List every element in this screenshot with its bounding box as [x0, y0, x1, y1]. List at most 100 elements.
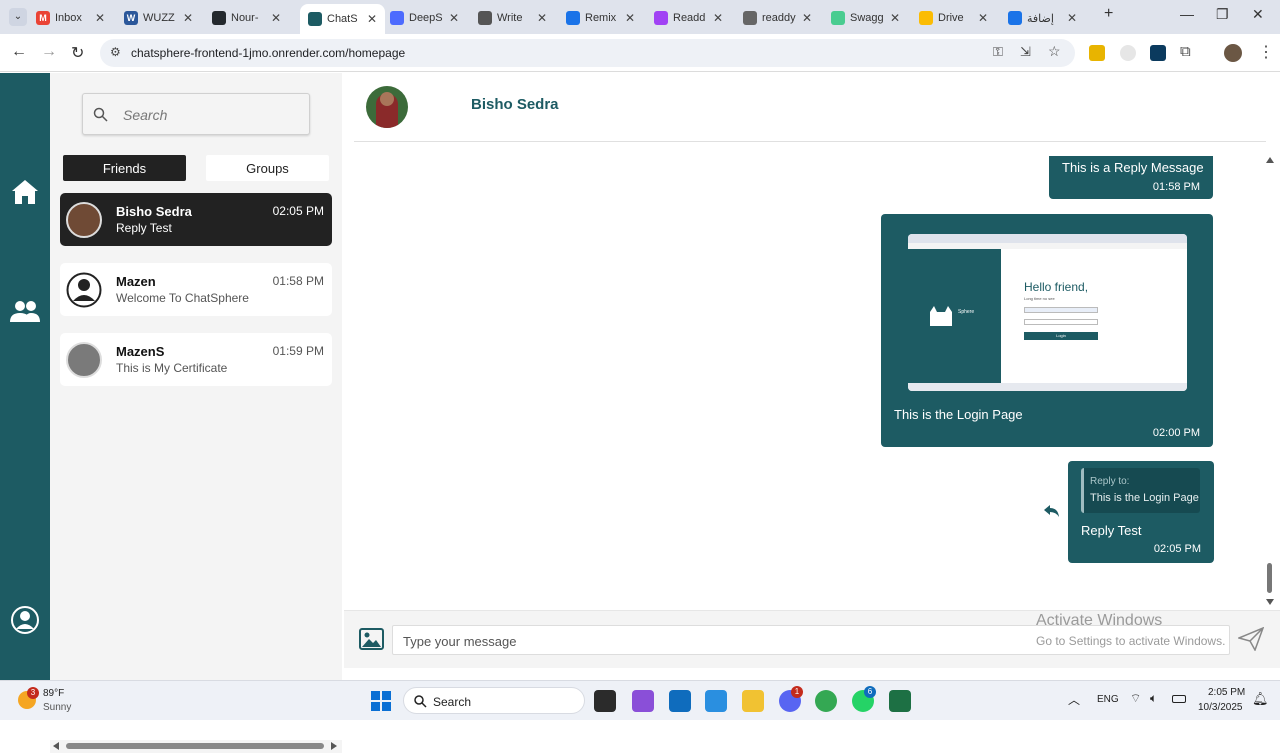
- weather-temp[interactable]: 89°F: [43, 688, 64, 699]
- message-time: 02:00 PM: [1152, 427, 1200, 439]
- chat-list-item[interactable]: MazenS This is My Certificate 01:59 PM: [60, 333, 332, 386]
- tab-label: readdy: [762, 12, 796, 24]
- horizontal-scrollbar[interactable]: [50, 740, 342, 753]
- taskbar-search[interactable]: Search: [403, 687, 585, 714]
- browser-menu-icon[interactable]: ⋮: [1258, 42, 1274, 62]
- windows-start-icon[interactable]: [371, 691, 391, 711]
- language-indicator[interactable]: ENG: [1097, 694, 1119, 705]
- whatsapp-badge: 6: [864, 686, 876, 698]
- message-time: 02:05 PM: [1153, 543, 1201, 555]
- send-icon[interactable]: [1238, 627, 1264, 651]
- message-text: This is a Reply Message: [1062, 160, 1204, 175]
- tab-label: Nour-: [231, 12, 259, 24]
- friends-icon[interactable]: [10, 297, 40, 327]
- browser-tab[interactable]: W WUZZ ✕: [124, 6, 193, 30]
- chat-list-item[interactable]: Bisho Sedra Reply Test 02:05 PM: [60, 193, 332, 246]
- browser-tab[interactable]: DeepS ✕: [390, 6, 459, 30]
- tab-close-icon[interactable]: ✕: [625, 11, 635, 25]
- tab-list-button[interactable]: ⌄: [9, 8, 27, 26]
- search-input[interactable]: Search: [82, 93, 310, 135]
- tab-groups[interactable]: Groups: [206, 155, 329, 181]
- chat-name: Bisho Sedra: [116, 204, 192, 219]
- clock-time[interactable]: 2:05 PM: [1208, 687, 1245, 698]
- chat-list-item[interactable]: Mazen Welcome To ChatSphere 01:58 PM: [60, 263, 332, 316]
- tab-close-icon[interactable]: ✕: [95, 11, 105, 25]
- minimize-button[interactable]: —: [1180, 6, 1194, 22]
- tab-close-icon[interactable]: ✕: [449, 11, 459, 25]
- password-key-icon[interactable]: ⚿: [993, 44, 1003, 60]
- clock-date[interactable]: 10/3/2025: [1198, 702, 1243, 713]
- browser-tab[interactable]: Readd ✕: [654, 6, 723, 30]
- contact-name[interactable]: Bisho Sedra: [471, 96, 559, 113]
- login-subheading: Long time no see: [1024, 296, 1055, 301]
- windows-taskbar: 3 89°F Sunny Search 1 6 ︿ ENG ⌔ 🔈︎ 2:05 …: [0, 680, 1280, 720]
- tab-friends[interactable]: Friends: [63, 155, 186, 181]
- url-text[interactable]: chatsphere-frontend-1jmo.onrender.com/ho…: [131, 46, 405, 60]
- battery-icon[interactable]: [1172, 695, 1186, 703]
- tray-chevron-icon[interactable]: ︿: [1068, 691, 1080, 708]
- notification-bell-icon[interactable]: 🔔︎: [1252, 691, 1269, 707]
- home-icon[interactable]: [10, 177, 40, 207]
- reply-label: Reply to:: [1090, 476, 1130, 487]
- extensions-puzzle-icon[interactable]: ⧉: [1180, 43, 1191, 60]
- reply-quote[interactable]: Reply to: This is the Login Page: [1081, 468, 1200, 513]
- browser-tab[interactable]: Write ✕: [478, 6, 547, 30]
- visual-studio-icon[interactable]: [632, 690, 654, 712]
- tab-close-icon[interactable]: ✕: [802, 11, 812, 25]
- tab-close-icon[interactable]: ✕: [713, 11, 723, 25]
- outlook-icon[interactable]: [669, 690, 691, 712]
- reply-message-bubble[interactable]: Reply to: This is the Login Page Reply T…: [1068, 461, 1214, 563]
- close-window-button[interactable]: ✕: [1252, 6, 1264, 23]
- bookmark-star-icon[interactable]: ☆: [1048, 43, 1061, 60]
- image-upload-icon[interactable]: [359, 628, 384, 650]
- chatsphere-app: Search Friends Groups Bisho Sedra Reply …: [0, 73, 1280, 753]
- extension-icon-2[interactable]: [1120, 45, 1136, 61]
- browser-tab[interactable]: Remix ✕: [566, 6, 635, 30]
- reply-arrow-icon[interactable]: [1044, 504, 1060, 518]
- file-explorer-icon[interactable]: [742, 690, 764, 712]
- tab-favicon-icon: [831, 11, 845, 25]
- site-info-icon[interactable]: ⚙: [110, 45, 121, 59]
- browser-tab[interactable]: Nour- ✕: [212, 6, 281, 30]
- chat-scrollbar[interactable]: [1264, 153, 1276, 611]
- tab-close-icon[interactable]: ✕: [1067, 11, 1077, 25]
- login-page-screenshot[interactable]: Sphere Hello friend, Long time no see Lo…: [908, 234, 1187, 391]
- maximize-button[interactable]: ❐: [1216, 6, 1229, 23]
- tab-close-icon[interactable]: ✕: [890, 11, 900, 25]
- contact-avatar[interactable]: [366, 86, 408, 128]
- weather-desc[interactable]: Sunny: [43, 702, 71, 713]
- reload-button[interactable]: ↻: [71, 43, 84, 63]
- back-button[interactable]: ←: [11, 43, 27, 61]
- profile-icon[interactable]: [10, 605, 40, 635]
- address-bar[interactable]: ⚙ chatsphere-frontend-1jmo.onrender.com/…: [100, 39, 1075, 67]
- volume-icon[interactable]: 🔈︎: [1150, 691, 1157, 706]
- new-tab-button[interactable]: +: [1104, 5, 1113, 23]
- image-message-bubble[interactable]: Sphere Hello friend, Long time no see Lo…: [881, 214, 1213, 447]
- chat-last-message: Welcome To ChatSphere: [116, 291, 249, 305]
- browser-tab[interactable]: M Inbox ✕: [36, 6, 105, 30]
- vscode-icon[interactable]: [705, 690, 727, 712]
- terminal-icon[interactable]: [594, 690, 616, 712]
- login-button-preview: Login: [1024, 332, 1098, 340]
- message-text: This is the Login Page: [894, 407, 1023, 422]
- browser-tab[interactable]: إضافة ✕: [1008, 6, 1077, 30]
- profile-avatar[interactable]: [1224, 44, 1242, 62]
- browser-tab[interactable]: readdy ✕: [743, 6, 812, 30]
- browser-tab[interactable]: Swagg ✕: [831, 6, 900, 30]
- tab-close-icon[interactable]: ✕: [367, 12, 377, 26]
- extension-icon-1[interactable]: [1089, 45, 1105, 61]
- tab-close-icon[interactable]: ✕: [183, 11, 193, 25]
- extension-icon-3[interactable]: [1150, 45, 1166, 61]
- message-bubble[interactable]: This is a Reply Message 01:58 PM: [1049, 156, 1213, 199]
- excel-icon[interactable]: [889, 690, 911, 712]
- browser-tab[interactable]: ChatS ✕: [300, 4, 386, 34]
- wifi-icon[interactable]: ⌔: [1130, 691, 1141, 706]
- tab-close-icon[interactable]: ✕: [978, 11, 988, 25]
- tab-close-icon[interactable]: ✕: [271, 11, 281, 25]
- install-app-icon[interactable]: ⇲: [1020, 44, 1031, 60]
- chat-area: Bisho Sedra This is a Reply Message 01:5…: [342, 73, 1280, 680]
- forward-button[interactable]: →: [41, 43, 57, 61]
- browser-tab[interactable]: Drive ✕: [919, 6, 988, 30]
- chrome-icon[interactable]: [815, 690, 837, 712]
- tab-close-icon[interactable]: ✕: [537, 11, 547, 25]
